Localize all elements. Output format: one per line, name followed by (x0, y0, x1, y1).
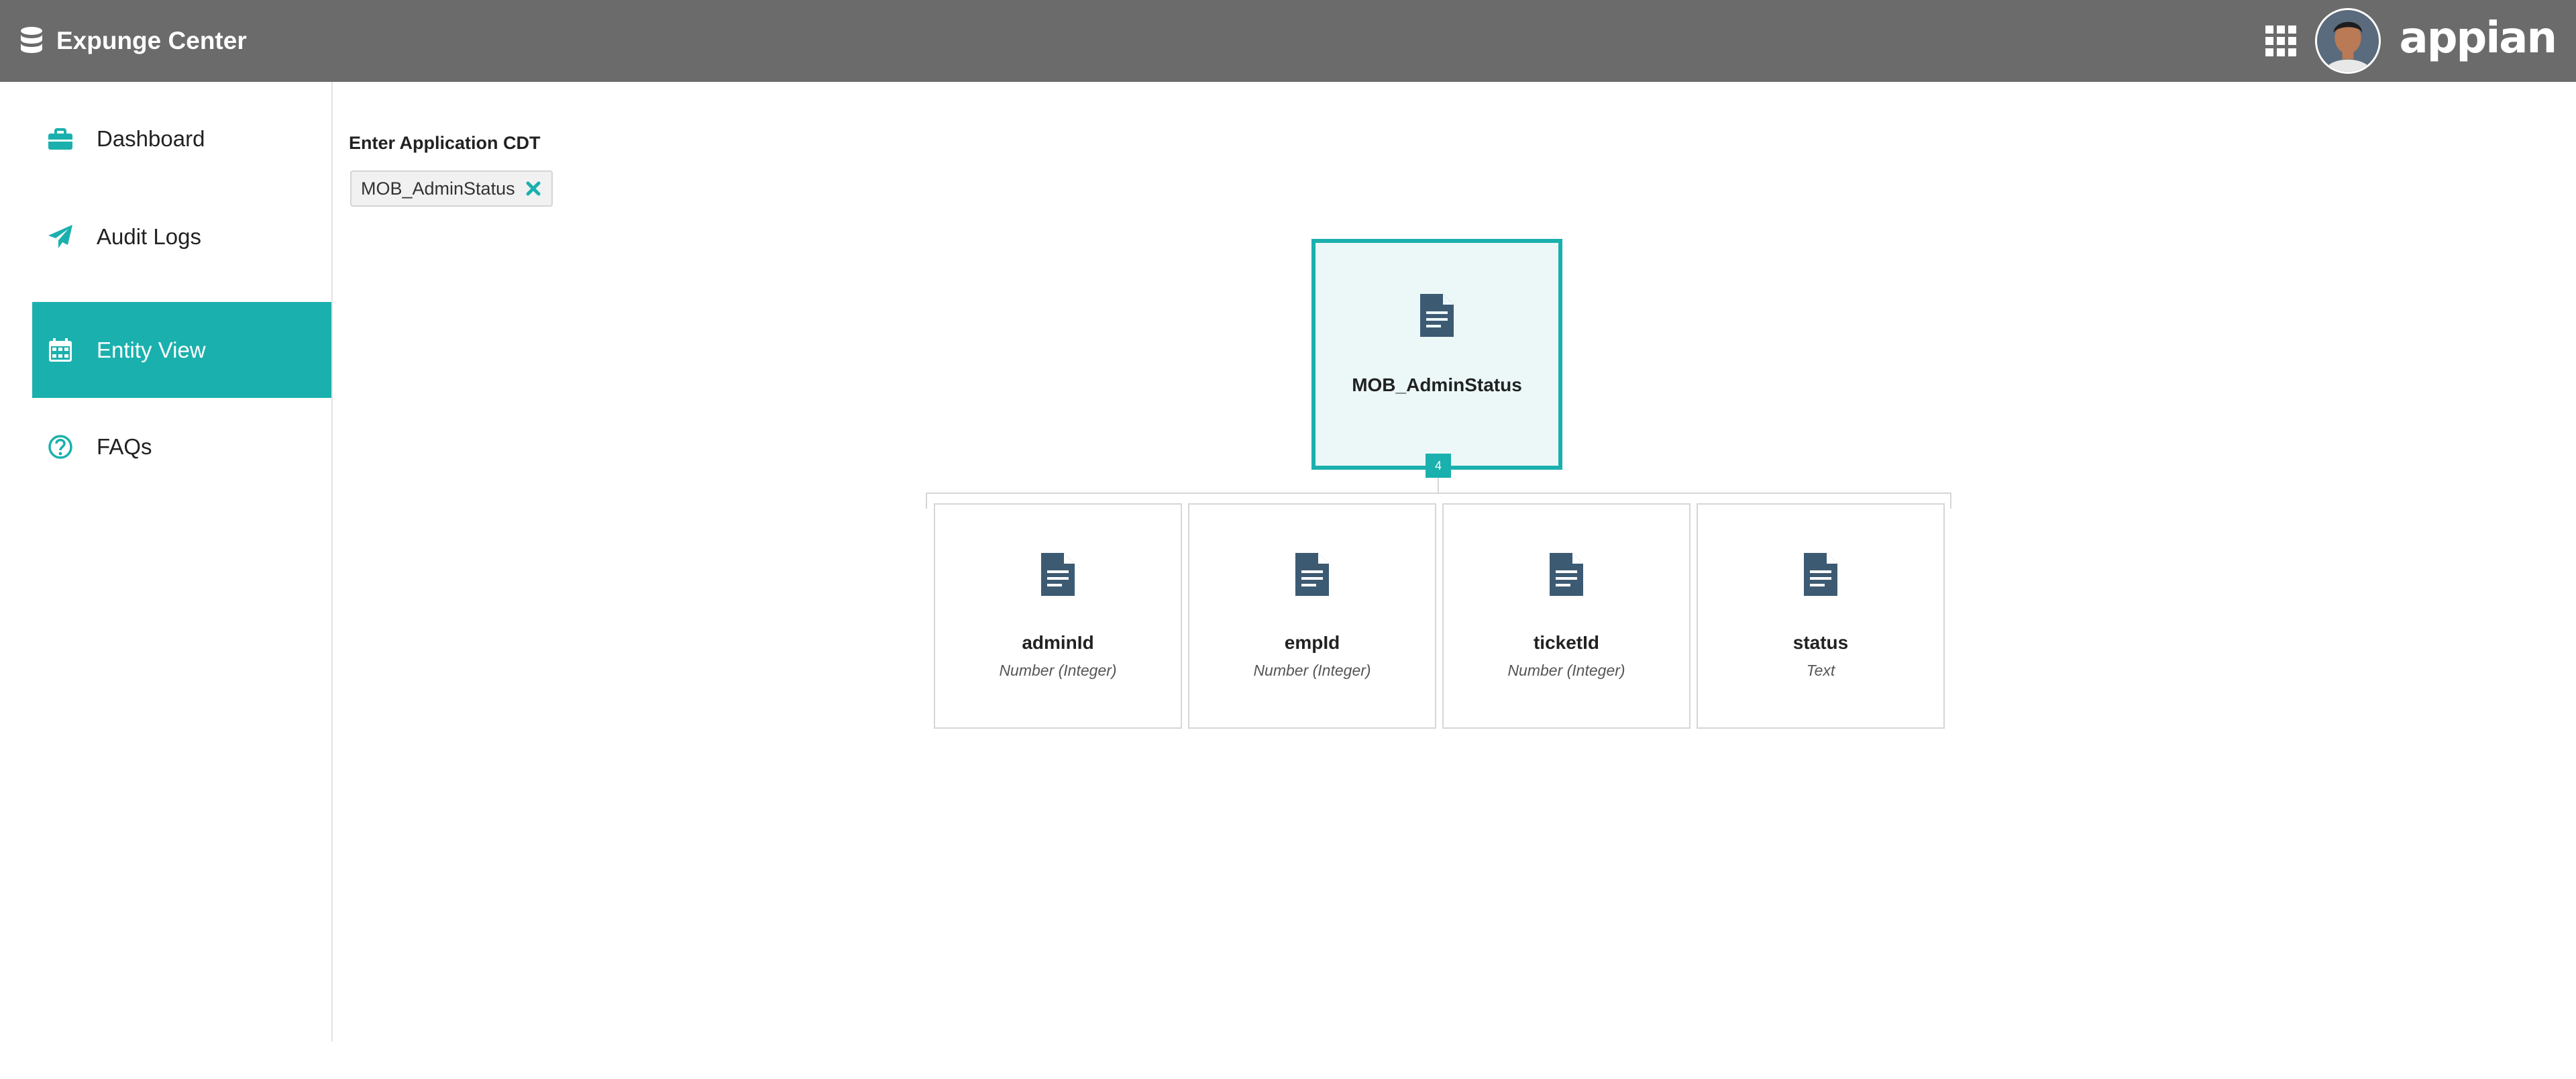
brand[interactable]: Expunge Center (20, 26, 247, 56)
paper-plane-icon (48, 224, 72, 248)
root-entity-name: MOB_AdminStatus (1352, 374, 1522, 395)
top-header: Expunge Center appian (0, 0, 2576, 82)
cdt-token-label: MOB_AdminStatus (361, 178, 515, 199)
app-title: Expunge Center (56, 27, 247, 54)
cdt-token[interactable]: MOB_AdminStatus (350, 170, 553, 207)
user-avatar[interactable] (2314, 8, 2381, 74)
sidebar-item-label: Dashboard (97, 125, 205, 151)
sidebar-item-dashboard[interactable]: Dashboard (32, 91, 331, 187)
cdt-field-label: Enter Application CDT (349, 133, 541, 153)
avatar-photo (2316, 10, 2379, 72)
field-type: Text (1806, 662, 1835, 679)
sidebar-item-label: Entity View (97, 337, 206, 362)
connector-line (1438, 478, 1439, 493)
sidebar-item-label: FAQs (97, 433, 152, 459)
header-right: appian (2265, 0, 2557, 82)
sidebar: Dashboard Audit Logs Entity View FAQs (0, 82, 333, 1041)
sidebar-item-label: Audit Logs (97, 223, 201, 249)
remove-icon[interactable] (525, 180, 542, 197)
field-type: Number (Integer) (999, 662, 1117, 679)
field-card[interactable]: ticketId Number (Integer) (1442, 503, 1690, 729)
question-circle-icon (48, 434, 72, 459)
field-name: status (1792, 632, 1849, 653)
appian-logo: appian (2399, 13, 2557, 63)
document-icon (1804, 553, 1837, 596)
child-count-badge[interactable]: 4 (1426, 454, 1451, 478)
root-entity-card[interactable]: MOB_AdminStatus (1311, 239, 1562, 470)
document-icon (1420, 294, 1454, 337)
briefcase-icon (48, 127, 72, 150)
field-type: Number (Integer) (1253, 662, 1371, 679)
database-icon (21, 27, 42, 53)
calendar-icon (49, 338, 72, 362)
sidebar-item-entity-view[interactable]: Entity View (32, 302, 331, 398)
connector-line (926, 493, 1951, 494)
connector-line (1950, 493, 1951, 509)
field-name: empId (1284, 632, 1340, 653)
field-card[interactable]: status Text (1697, 503, 1945, 729)
connector-line (926, 493, 927, 509)
field-name: adminId (1022, 632, 1094, 653)
document-icon (1550, 553, 1583, 596)
document-icon (1295, 553, 1329, 596)
field-card[interactable]: empId Number (Integer) (1188, 503, 1436, 729)
field-type: Number (Integer) (1507, 662, 1625, 679)
field-card[interactable]: adminId Number (Integer) (934, 503, 1182, 729)
document-icon (1041, 553, 1075, 596)
sidebar-item-faqs[interactable]: FAQs (32, 399, 331, 495)
grid-icon[interactable] (2265, 25, 2296, 56)
sidebar-item-audit-logs[interactable]: Audit Logs (32, 189, 331, 285)
field-name: ticketId (1533, 632, 1600, 653)
